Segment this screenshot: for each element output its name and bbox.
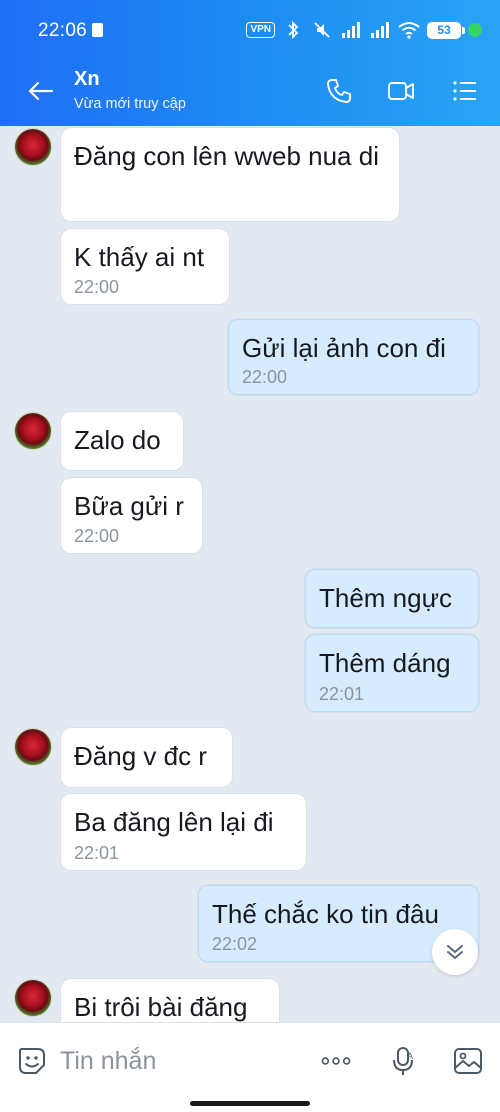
signal-icon [371,22,389,38]
contact-status: Vừa mới truy cập [74,96,186,112]
avatar[interactable] [14,728,52,766]
contact-name[interactable]: Xn [74,68,100,91]
scroll-to-bottom-button[interactable] [432,929,478,975]
message-text: Thế chắc ko tin đâu [212,899,439,929]
chevron-down-icon [447,945,463,959]
message-bubble[interactable]: Ba đăng lên lại đi 22:01 [61,794,306,870]
mic-icon[interactable]: A [388,1045,420,1077]
message-text: Đăng v đc r [74,741,207,771]
vpn-badge: VPN [246,22,275,38]
message-bubble[interactable]: Bữa gửi r 22:00 [61,478,202,553]
avatar[interactable] [14,128,52,166]
message-input[interactable] [60,1043,290,1079]
message-text: K thấy ai nt [74,242,205,272]
avatar[interactable] [14,979,52,1017]
message-list[interactable]: Đăng con lên wweb nua di K thấy ai nt 22… [0,126,500,1022]
battery-indicator: 53 [427,21,465,39]
list-menu-icon[interactable] [450,76,480,106]
message-text: Ba đăng lên lại đi [74,807,274,837]
message-text: Gửi lại ảnh con đi [242,333,446,363]
silent-icon [314,22,330,38]
top-bar: 22:06 VPN 53 Xn Vừa mới truy cập [0,0,500,126]
message-bubble[interactable]: Zalo do [61,412,183,470]
video-call-icon[interactable] [386,76,416,106]
message-bubble[interactable]: K thấy ai nt 22:00 [61,229,229,304]
phone-icon[interactable] [324,76,354,106]
home-indicator[interactable] [190,1101,310,1106]
status-time: 22:06 [38,20,88,41]
message-time: 22:00 [74,526,120,546]
image-icon[interactable] [452,1045,484,1077]
message-text: Zalo do [74,425,161,455]
charging-icon [468,23,482,37]
message-time: 22:00 [74,277,120,297]
signal-icon [342,22,360,38]
back-arrow-icon[interactable] [26,76,56,106]
message-text: Bi trôi bài đăng [74,992,248,1022]
message-bubble[interactable]: Bi trôi bài đăng [61,979,279,1022]
message-text: Thêm ngực [319,583,453,613]
message-time: 22:01 [319,684,365,704]
message-bubble[interactable]: Đăng v đc r [61,728,232,787]
message-text: Bữa gửi r [74,491,184,521]
message-bubble[interactable]: Đăng con lên wweb nua di [61,128,399,221]
chat-header: Xn Vừa mới truy cập [0,58,500,126]
message-time: 22:01 [74,843,120,863]
message-bubble[interactable]: Gửi lại ảnh con đi 22:00 [228,319,479,395]
svg-text:A: A [407,1051,413,1061]
system-nav-bar [0,1098,500,1112]
sim-card-icon [92,23,103,37]
message-time: 22:02 [212,934,258,954]
wifi-icon [398,22,420,39]
sticker-icon[interactable] [16,1045,48,1077]
bluetooth-icon [288,20,299,40]
message-bubble[interactable]: Thêm ngực [305,569,479,628]
message-input-bar: A [0,1022,500,1098]
status-bar: 22:06 VPN 53 [0,0,500,58]
message-text: Đăng con lên wweb nua di [74,141,379,171]
message-text: Thêm dáng [319,648,451,678]
message-time: 22:00 [242,367,288,387]
more-icon[interactable] [320,1045,352,1077]
status-right: VPN 53 [246,19,482,41]
avatar[interactable] [14,412,52,450]
message-bubble[interactable]: Thêm dáng 22:01 [305,634,479,712]
